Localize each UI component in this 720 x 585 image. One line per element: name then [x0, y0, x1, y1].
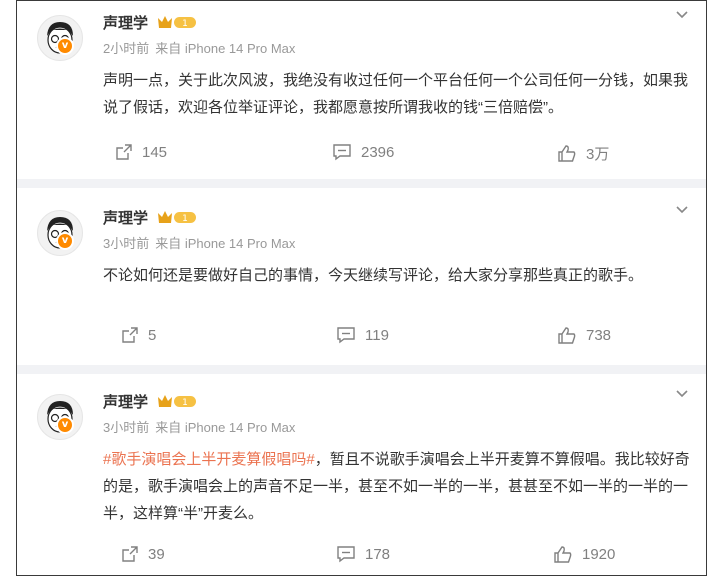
- author-name[interactable]: 声理学: [103, 391, 148, 412]
- like-count: 1920: [582, 546, 616, 563]
- comment-count: 119: [365, 326, 389, 344]
- like-button[interactable]: 3万: [557, 143, 609, 164]
- repost-count: 5: [148, 326, 157, 344]
- post-time[interactable]: 2小时前: [103, 41, 149, 56]
- author-name[interactable]: 声理学: [103, 207, 148, 228]
- verified-v-icon: v: [56, 232, 74, 250]
- like-button[interactable]: 1920: [553, 545, 615, 564]
- weibo-feed: v 声理学 1 2小时前 来自 iPhone 14 Pro Max 声明一点，关于…: [16, 0, 707, 576]
- crown-level-icon: 1: [158, 211, 196, 224]
- action-bar: 5 119 738: [17, 326, 706, 356]
- post-text: 不论如何还是要做好自己的事情，今天继续写评论，给大家分享那些真正的歌手。: [103, 262, 693, 289]
- post-source: 来自 iPhone 14 Pro Max: [155, 41, 296, 56]
- repost-icon: [122, 546, 138, 562]
- comment-button[interactable]: 2396: [332, 143, 394, 161]
- post-card: v 声理学 1 3小时前 来自 iPhone 14 Pro Max #歌手演唱会上…: [17, 380, 706, 575]
- post-source: 来自 iPhone 14 Pro Max: [155, 420, 296, 435]
- post-source: 来自 iPhone 14 Pro Max: [155, 236, 296, 251]
- post-text: 声明一点，关于此次风波，我绝没有收过任何一个平台任何一个公司任何一分钱，如果我说…: [103, 67, 693, 121]
- repost-count: 39: [148, 545, 165, 563]
- post-body: 声明一点，关于此次风波，我绝没有收过任何一个平台任何一个公司任何一分钱，如果我说…: [103, 72, 689, 116]
- chevron-down-icon[interactable]: [674, 386, 690, 402]
- post-card: v 声理学 1 2小时前 来自 iPhone 14 Pro Max 声明一点，关于…: [17, 1, 706, 181]
- crown-level-icon: 1: [158, 395, 196, 408]
- chevron-down-icon[interactable]: [674, 7, 690, 23]
- level-number: 1: [182, 214, 188, 224]
- action-bar: 39 178 1920: [17, 545, 706, 575]
- post-card: v 声理学 1 3小时前 来自 iPhone 14 Pro Max 不论如何还是要…: [17, 196, 706, 361]
- thumbs-up-icon: [554, 546, 572, 563]
- repost-button[interactable]: 39: [121, 545, 165, 563]
- like-button[interactable]: 738: [557, 326, 611, 345]
- repost-button[interactable]: 5: [121, 326, 156, 344]
- post-time[interactable]: 3小时前: [103, 420, 149, 435]
- thumbs-up-icon: [558, 145, 576, 162]
- repost-button[interactable]: 145: [115, 143, 167, 161]
- comment-count: 2396: [361, 143, 395, 161]
- post-divider: [17, 179, 706, 188]
- post-time[interactable]: 3小时前: [103, 236, 149, 251]
- action-bar: 145 2396 3万: [17, 143, 706, 173]
- comment-icon: [333, 144, 351, 161]
- post-body: 不论如何还是要做好自己的事情，今天继续写评论，给大家分享那些真正的歌手。: [103, 267, 644, 284]
- repost-icon: [116, 144, 132, 160]
- like-count: 3万: [586, 146, 610, 163]
- post-divider: [17, 365, 706, 374]
- comment-count: 178: [365, 545, 391, 563]
- topic-hashtag-link[interactable]: #歌手演唱会上半开麦算假唱吗#: [103, 451, 315, 468]
- level-number: 1: [182, 398, 188, 408]
- post-meta: 2小时前 来自 iPhone 14 Pro Max: [103, 38, 301, 57]
- repost-icon: [122, 327, 138, 343]
- post-meta: 3小时前 来自 iPhone 14 Pro Max: [103, 233, 301, 252]
- comment-button[interactable]: 119: [336, 326, 389, 344]
- crown-level-icon: 1: [158, 16, 196, 29]
- verified-v-icon: v: [56, 37, 74, 55]
- level-number: 1: [182, 19, 188, 29]
- verified-v-icon: v: [56, 416, 74, 434]
- comment-icon: [337, 327, 355, 344]
- like-count: 738: [586, 327, 612, 344]
- thumbs-up-icon: [558, 327, 576, 344]
- post-meta: 3小时前 来自 iPhone 14 Pro Max: [103, 417, 301, 436]
- chevron-down-icon[interactable]: [674, 202, 690, 218]
- repost-count: 145: [142, 143, 168, 161]
- author-name[interactable]: 声理学: [103, 12, 148, 33]
- comment-icon: [337, 546, 355, 563]
- comment-button[interactable]: 178: [336, 545, 390, 563]
- post-text: #歌手演唱会上半开麦算假唱吗#，暂且不说歌手演唱会上半开麦算不算假唱。我比较好奇…: [103, 446, 693, 527]
